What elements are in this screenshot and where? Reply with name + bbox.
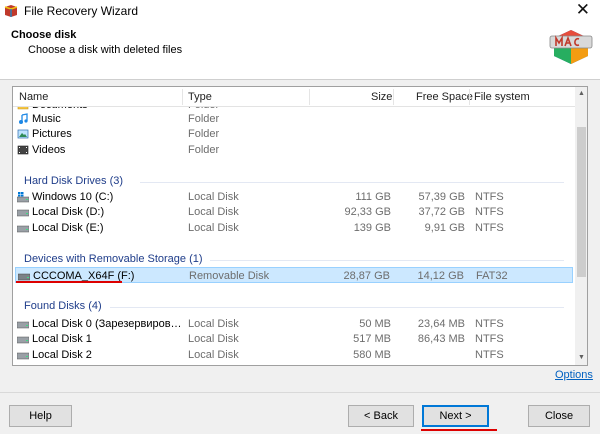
item-type: Folder	[188, 128, 220, 140]
close-button[interactable]: Close	[528, 405, 590, 427]
wizard-header: Choose disk Choose a disk with deleted f…	[0, 22, 600, 80]
list-item[interactable]: Local Disk (E:) Local Disk 139 GB 9,91 G…	[15, 220, 573, 236]
item-file-system: FAT32	[476, 270, 508, 282]
item-type: Folder	[188, 113, 220, 125]
column-separator[interactable]	[393, 89, 394, 105]
title-bar: File Recovery Wizard ✕	[0, 0, 600, 22]
column-free-space[interactable]: Free Space	[416, 91, 473, 103]
highlight-underline-selected-disk	[16, 281, 122, 283]
group-label: Hard Disk Drives (3)	[24, 175, 124, 187]
item-file-system: NTFS	[475, 349, 504, 361]
item-type: Folder	[188, 144, 220, 156]
item-size: 517 MB	[353, 333, 391, 345]
disk-list[interactable]: Documents Folder Music Folder Pictures F…	[12, 86, 588, 366]
window-title: File Recovery Wizard	[24, 4, 139, 18]
item-size: 50 MB	[359, 318, 391, 330]
vertical-scrollbar[interactable]: ▲ ▼	[575, 87, 587, 365]
item-name: Local Disk 0 (Зарезервировано системой)	[32, 318, 184, 330]
item-type: Local Disk	[188, 191, 239, 203]
column-header: Name Type Size Free Space File system	[13, 87, 575, 107]
column-file-system[interactable]: File system	[474, 91, 530, 103]
drive-icon	[17, 321, 29, 329]
item-type: Local Disk	[188, 318, 239, 330]
list-item[interactable]: Pictures Folder	[15, 126, 573, 142]
group-header-removable-storage: Devices with Removable Storage (1)	[24, 251, 564, 267]
item-name: Windows 10 (C:)	[32, 191, 114, 203]
close-window-icon[interactable]: ✕	[576, 1, 590, 19]
scroll-down-icon[interactable]: ▼	[575, 351, 587, 365]
next-button[interactable]: Next >	[422, 405, 489, 427]
item-type: Local Disk	[188, 333, 239, 345]
item-size: 111 GB	[355, 191, 391, 203]
drive-icon	[17, 336, 29, 344]
item-file-system: NTFS	[475, 333, 504, 345]
drive-icon	[17, 352, 29, 360]
column-type[interactable]: Type	[188, 91, 212, 103]
disk-list-rows: Documents Folder Music Folder Pictures F…	[13, 87, 575, 365]
item-file-system: NTFS	[475, 191, 504, 203]
item-size: 139 GB	[353, 222, 391, 234]
list-item[interactable]: Local Disk 2 Local Disk 580 MB NTFS	[15, 347, 573, 363]
column-name[interactable]: Name	[19, 91, 48, 103]
options-link[interactable]: Options	[555, 369, 593, 381]
drive-icon	[17, 225, 29, 233]
group-divider	[140, 182, 564, 183]
item-name: Music	[32, 113, 61, 125]
column-separator[interactable]	[182, 89, 183, 105]
group-label: Found Disks (4)	[24, 300, 102, 312]
group-divider	[210, 260, 564, 261]
group-header-found-disks: Found Disks (4)	[24, 298, 564, 314]
videos-folder-icon	[17, 145, 29, 155]
highlight-underline-next-button	[421, 429, 497, 431]
item-name: Local Disk 1	[32, 333, 92, 345]
item-free-space: 14,12 GB	[417, 270, 464, 282]
item-free-space: 9,91 GB	[424, 222, 465, 234]
item-type: Local Disk	[188, 349, 239, 361]
item-free-space: 23,64 MB	[417, 318, 465, 330]
app-icon	[4, 5, 18, 17]
back-button[interactable]: < Back	[348, 405, 414, 427]
item-type: Removable Disk	[189, 270, 270, 282]
item-free-space: 57,39 GB	[418, 191, 465, 203]
footer-divider	[0, 392, 600, 393]
drive-icon	[17, 209, 29, 217]
scroll-up-icon[interactable]: ▲	[575, 87, 587, 101]
item-size: 28,87 GB	[343, 270, 390, 282]
page-title: Choose disk	[11, 29, 77, 41]
item-name: Local Disk 2	[32, 349, 92, 361]
group-label: Devices with Removable Storage (1)	[24, 253, 203, 265]
list-item[interactable]: Local Disk 0 (Зарезервировано системой) …	[15, 316, 573, 332]
scrollbar-thumb[interactable]	[577, 127, 586, 277]
item-type: Local Disk	[188, 222, 239, 234]
list-item[interactable]: Local Disk 1 Local Disk 517 MB 86,43 MB …	[15, 331, 573, 347]
item-name: Pictures	[32, 128, 72, 140]
windows-drive-icon	[17, 192, 29, 203]
item-size: 92,33 GB	[344, 206, 391, 218]
pictures-folder-icon	[17, 129, 29, 139]
column-size[interactable]: Size	[371, 91, 392, 103]
item-name: Local Disk (E:)	[32, 222, 104, 234]
item-file-system: NTFS	[475, 318, 504, 330]
item-file-system: NTFS	[475, 206, 504, 218]
list-item[interactable]: Local Disk (D:) Local Disk 92,33 GB 37,7…	[15, 204, 573, 220]
column-separator[interactable]	[309, 89, 310, 105]
group-divider	[110, 307, 564, 308]
list-item[interactable]: Music Folder	[15, 111, 573, 127]
item-free-space: 37,72 GB	[418, 206, 465, 218]
column-separator[interactable]	[469, 89, 470, 105]
list-item[interactable]: Videos Folder	[15, 142, 573, 158]
group-header-hard-disk-drives: Hard Disk Drives (3)	[24, 173, 564, 189]
item-file-system: NTFS	[475, 222, 504, 234]
music-folder-icon	[19, 113, 28, 124]
item-name: Local Disk (D:)	[32, 206, 105, 218]
item-free-space: 86,43 MB	[417, 333, 465, 345]
item-type: Local Disk	[188, 206, 239, 218]
item-name: Videos	[32, 144, 66, 156]
list-item[interactable]: Windows 10 (C:) Local Disk 111 GB 57,39 …	[15, 189, 573, 205]
page-subtitle: Choose a disk with deleted files	[28, 44, 183, 56]
app-logo-icon	[549, 30, 593, 64]
item-size: 580 MB	[353, 349, 391, 361]
help-button[interactable]: Help	[9, 405, 72, 427]
